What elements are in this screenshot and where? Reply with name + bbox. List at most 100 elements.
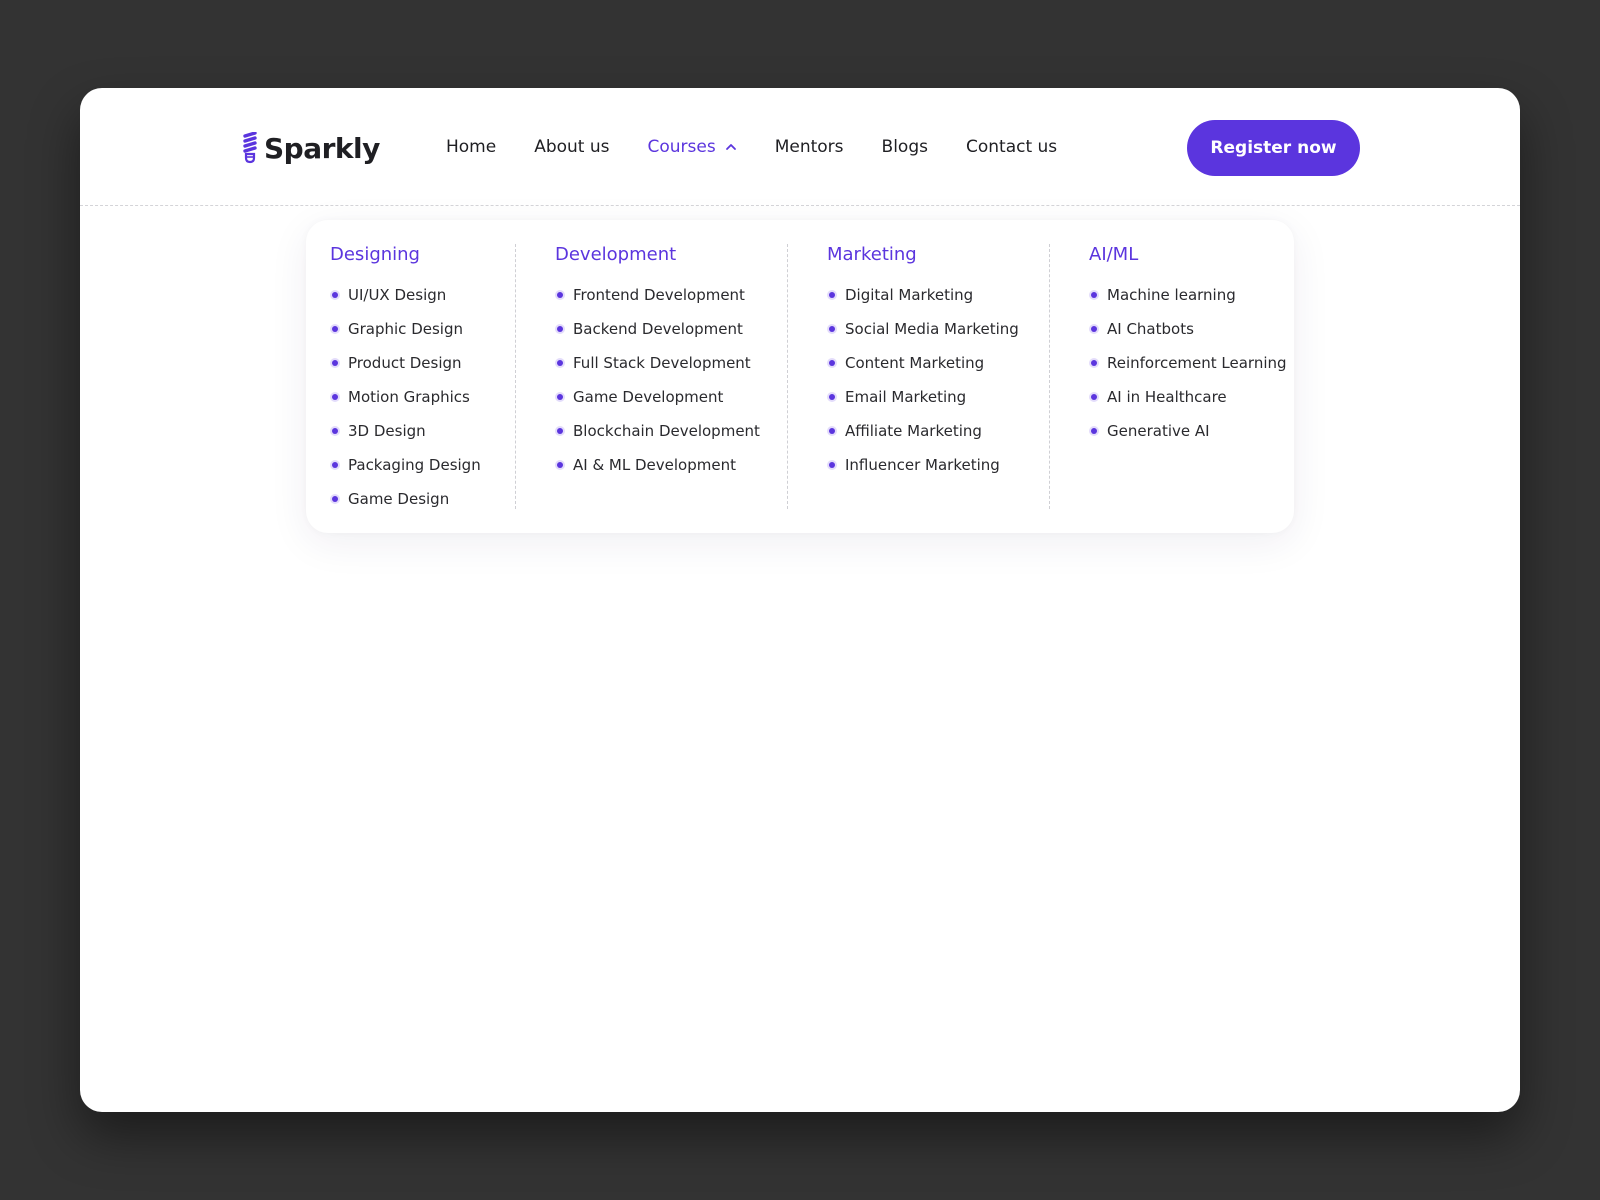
course-label: Game Development xyxy=(573,388,724,406)
bullet-dot xyxy=(332,496,338,502)
bullet-dot xyxy=(332,462,338,468)
course-item[interactable]: Game Development xyxy=(555,388,760,422)
courses-dropdown: Designing UI/UX Design Graphic Design Pr… xyxy=(306,220,1294,533)
bullet-dot xyxy=(1091,292,1097,298)
course-list: Machine learning AI Chatbots Reinforceme… xyxy=(1089,286,1287,456)
course-item[interactable]: 3D Design xyxy=(330,422,481,456)
bullet-dot xyxy=(557,326,563,332)
course-label: Affiliate Marketing xyxy=(845,422,982,440)
course-item[interactable]: Product Design xyxy=(330,354,481,388)
course-label: AI Chatbots xyxy=(1107,320,1194,338)
course-item[interactable]: AI in Healthcare xyxy=(1089,388,1287,422)
course-item[interactable]: Packaging Design xyxy=(330,456,481,490)
bullet-dot xyxy=(557,360,563,366)
course-item[interactable]: Game Design xyxy=(330,490,481,524)
column-designing: Designing UI/UX Design Graphic Design Pr… xyxy=(330,244,516,509)
course-list: UI/UX Design Graphic Design Product Desi… xyxy=(330,286,481,524)
browser-window: Sparkly Home About us Courses Mentors Bl… xyxy=(80,88,1520,1112)
column-ai-ml: AI/ML Machine learning AI Chatbots Reinf… xyxy=(1089,244,1287,509)
bullet-dot xyxy=(332,360,338,366)
course-item[interactable]: Affiliate Marketing xyxy=(827,422,1019,456)
bullet-dot xyxy=(829,292,835,298)
lightbulb-icon xyxy=(243,132,257,164)
course-label: Frontend Development xyxy=(573,286,745,304)
course-label: Influencer Marketing xyxy=(845,456,1000,474)
nav-mentors[interactable]: Mentors xyxy=(775,137,844,157)
bullet-dot xyxy=(557,428,563,434)
course-label: UI/UX Design xyxy=(348,286,447,304)
bullet-dot xyxy=(829,394,835,400)
course-item[interactable]: Influencer Marketing xyxy=(827,456,1019,490)
bullet-dot xyxy=(1091,360,1097,366)
course-label: 3D Design xyxy=(348,422,426,440)
course-item[interactable]: Generative AI xyxy=(1089,422,1287,456)
course-label: Product Design xyxy=(348,354,462,372)
course-item[interactable]: Motion Graphics xyxy=(330,388,481,422)
course-label: AI & ML Development xyxy=(573,456,736,474)
course-item[interactable]: UI/UX Design xyxy=(330,286,481,320)
course-item[interactable]: AI Chatbots xyxy=(1089,320,1287,354)
column-title: AI/ML xyxy=(1089,244,1139,265)
course-label: Game Design xyxy=(348,490,450,508)
chevron-up-icon xyxy=(725,144,736,150)
bullet-dot xyxy=(332,292,338,298)
course-item[interactable]: Full Stack Development xyxy=(555,354,760,388)
course-label: Reinforcement Learning xyxy=(1107,354,1287,372)
course-label: Generative AI xyxy=(1107,422,1210,440)
column-development: Development Frontend Development Backend… xyxy=(555,244,788,509)
column-title: Designing xyxy=(330,244,420,265)
bullet-dot xyxy=(557,292,563,298)
course-list: Frontend Development Backend Development… xyxy=(555,286,760,490)
nav-about-us[interactable]: About us xyxy=(534,137,609,157)
bullet-dot xyxy=(332,394,338,400)
column-title: Marketing xyxy=(827,244,917,265)
course-label: Digital Marketing xyxy=(845,286,974,304)
navbar: Sparkly Home About us Courses Mentors Bl… xyxy=(80,88,1520,206)
column-title: Development xyxy=(555,244,677,265)
course-label: Email Marketing xyxy=(845,388,967,406)
course-item[interactable]: Blockchain Development xyxy=(555,422,760,456)
course-label: Graphic Design xyxy=(348,320,463,338)
nav-home[interactable]: Home xyxy=(446,137,496,157)
course-item[interactable]: Graphic Design xyxy=(330,320,481,354)
course-label: AI in Healthcare xyxy=(1107,388,1227,406)
course-label: Motion Graphics xyxy=(348,388,470,406)
brand-name: Sparkly xyxy=(264,131,380,165)
brand-logo[interactable]: Sparkly xyxy=(242,130,380,166)
bullet-dot xyxy=(557,462,563,468)
bullet-dot xyxy=(332,428,338,434)
bullet-dot xyxy=(829,326,835,332)
bullet-dot xyxy=(1091,326,1097,332)
main-nav: Home About us Courses Mentors Blogs Cont… xyxy=(446,88,1095,206)
course-item[interactable]: Content Marketing xyxy=(827,354,1019,388)
course-label: Blockchain Development xyxy=(573,422,760,440)
course-label: Backend Development xyxy=(573,320,743,338)
nav-courses-label: Courses xyxy=(647,137,716,157)
column-marketing: Marketing Digital Marketing Social Media… xyxy=(827,244,1050,509)
course-label: Full Stack Development xyxy=(573,354,751,372)
course-item[interactable]: AI & ML Development xyxy=(555,456,760,490)
bullet-dot xyxy=(557,394,563,400)
course-item[interactable]: Frontend Development xyxy=(555,286,760,320)
nav-courses[interactable]: Courses xyxy=(648,137,737,157)
course-item[interactable]: Reinforcement Learning xyxy=(1089,354,1287,388)
nav-contact-us[interactable]: Contact us xyxy=(966,137,1057,157)
course-item[interactable]: Backend Development xyxy=(555,320,760,354)
bullet-dot xyxy=(332,326,338,332)
course-item[interactable]: Email Marketing xyxy=(827,388,1019,422)
course-label: Social Media Marketing xyxy=(845,320,1019,338)
bullet-dot xyxy=(829,462,835,468)
course-item[interactable]: Social Media Marketing xyxy=(827,320,1019,354)
nav-blogs[interactable]: Blogs xyxy=(882,137,928,157)
bullet-dot xyxy=(829,428,835,434)
course-label: Packaging Design xyxy=(348,456,481,474)
course-item[interactable]: Machine learning xyxy=(1089,286,1287,320)
bullet-dot xyxy=(829,360,835,366)
course-item[interactable]: Digital Marketing xyxy=(827,286,1019,320)
register-now-button[interactable]: Register now xyxy=(1187,120,1360,176)
course-label: Content Marketing xyxy=(845,354,985,372)
course-list: Digital Marketing Social Media Marketing… xyxy=(827,286,1019,490)
course-label: Machine learning xyxy=(1107,286,1236,304)
bullet-dot xyxy=(1091,428,1097,434)
bullet-dot xyxy=(1091,394,1097,400)
